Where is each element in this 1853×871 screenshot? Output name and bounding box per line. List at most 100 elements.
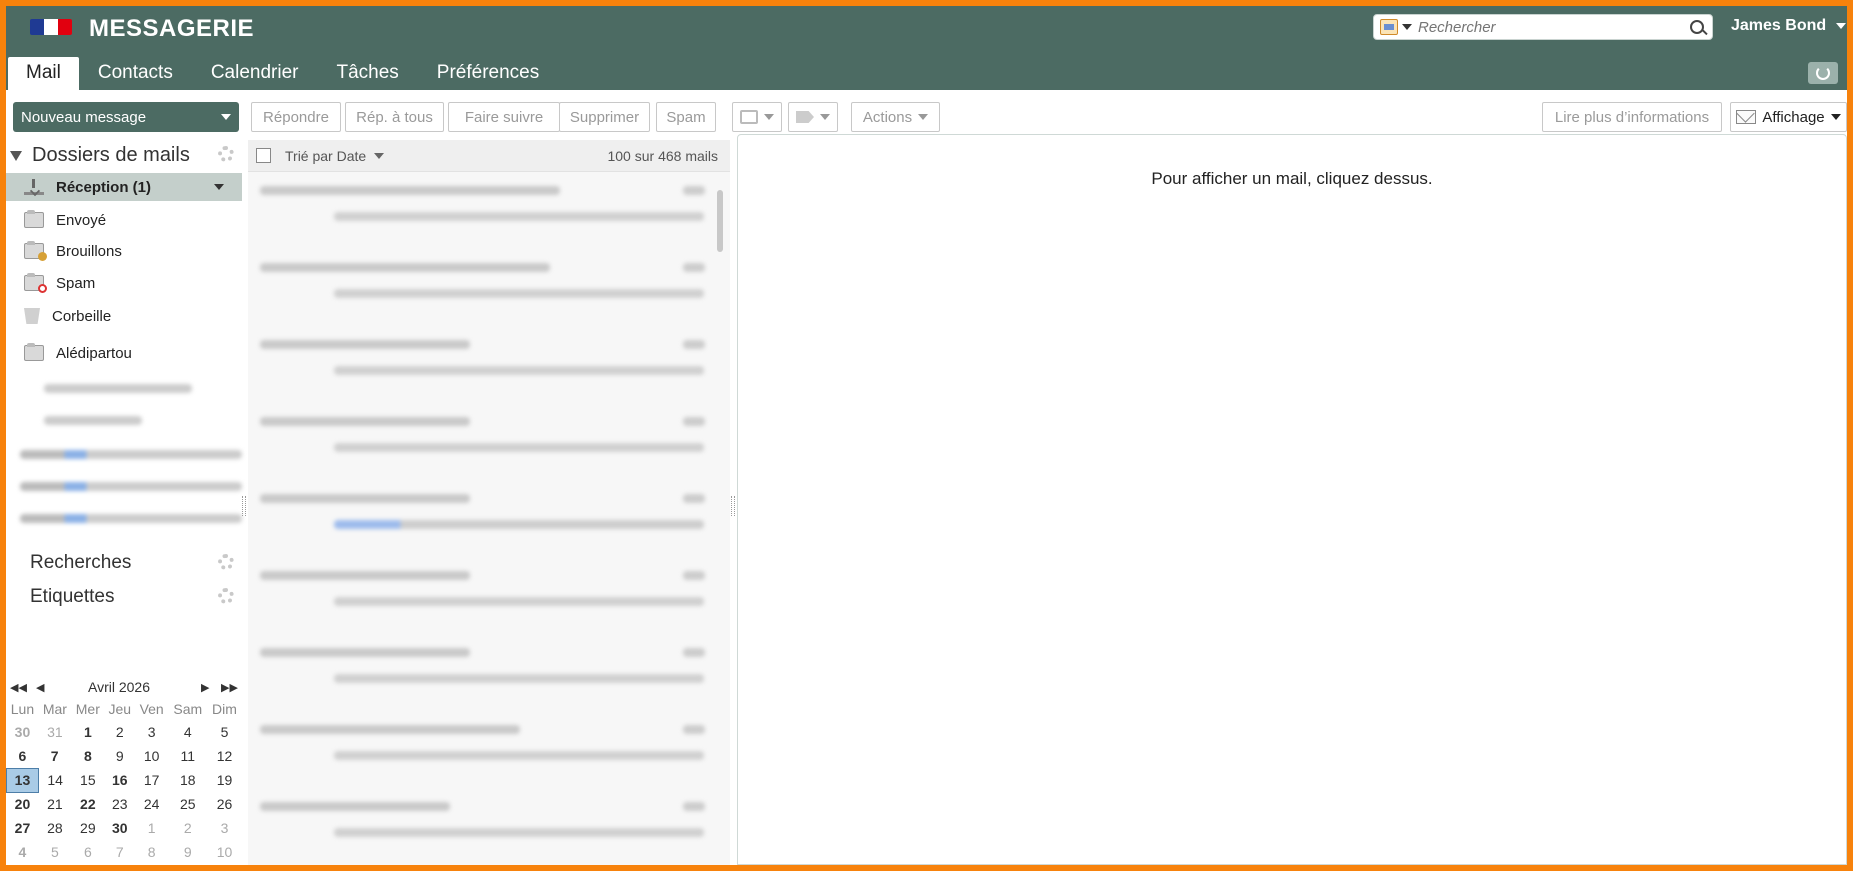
next-year-icon[interactable]: ▶▶ [221, 681, 238, 694]
calendar-day[interactable]: 8 [135, 840, 168, 864]
user-menu[interactable]: James Bond [1731, 17, 1847, 35]
calendar-day[interactable]: 6 [7, 744, 39, 768]
print-menu-button[interactable] [732, 102, 782, 132]
message-row[interactable] [248, 417, 710, 495]
new-message-button[interactable]: Nouveau message [13, 102, 239, 132]
forward-button[interactable]: Faire suivre [448, 102, 560, 132]
folder-trash[interactable]: Corbeille [6, 302, 242, 330]
blurred-folder[interactable] [20, 450, 242, 459]
message-row[interactable] [248, 263, 710, 341]
calendar-day[interactable]: 25 [168, 792, 207, 816]
select-all-checkbox[interactable] [256, 148, 271, 163]
calendar-day[interactable]: 29 [71, 816, 104, 840]
calendar-day[interactable]: 1 [71, 720, 104, 744]
more-info-button[interactable]: Lire plus d’informations [1542, 102, 1722, 132]
prev-year-icon[interactable]: ◀◀ [10, 681, 27, 694]
display-menu-button[interactable]: Affichage [1730, 102, 1847, 132]
sort-icon[interactable] [374, 152, 385, 159]
blurred-folder[interactable] [44, 384, 192, 393]
gear-icon[interactable] [218, 588, 234, 604]
calendar-day[interactable]: 24 [135, 792, 168, 816]
calendar-day[interactable]: 3 [135, 720, 168, 744]
calendar-day[interactable]: 3 [207, 816, 241, 840]
chevron-down-icon[interactable] [221, 114, 231, 120]
search-input[interactable] [1418, 15, 1682, 39]
calendar-day[interactable]: 20 [7, 792, 39, 816]
calendar-day[interactable]: 18 [168, 768, 207, 792]
calendar-day[interactable]: 6 [71, 840, 104, 864]
folders-header[interactable]: Dossiers de mails [10, 144, 190, 167]
calendar-day[interactable]: 13 [6, 767, 39, 793]
folder-custom[interactable]: Alédipartou [6, 339, 242, 367]
sort-label[interactable]: Trié par Date [285, 148, 366, 164]
list-scrollbar[interactable] [717, 178, 725, 862]
calendar-day[interactable]: 2 [104, 720, 135, 744]
message-row[interactable] [248, 725, 710, 803]
left-splitter[interactable] [242, 496, 246, 516]
calendar-day[interactable]: 15 [71, 768, 104, 792]
calendar-day[interactable]: 30 [7, 720, 39, 744]
calendar-day[interactable]: 19 [207, 768, 241, 792]
tag-menu-button[interactable] [788, 102, 838, 132]
calendar-day[interactable]: 23 [104, 792, 135, 816]
chevron-down-icon[interactable] [214, 184, 224, 190]
calendar-day[interactable]: 7 [104, 840, 135, 864]
calendar-day[interactable]: 11 [168, 744, 207, 768]
folder-sent[interactable]: Envoyé [6, 206, 242, 234]
calendar-day[interactable]: 12 [207, 744, 241, 768]
tab-tasks[interactable]: Tâches [317, 57, 417, 90]
reply-button[interactable]: Répondre [251, 102, 341, 132]
collapse-triangle-icon[interactable] [10, 150, 22, 161]
calendar-day[interactable]: 28 [38, 816, 71, 840]
refresh-button[interactable] [1808, 62, 1838, 84]
calendar-day[interactable]: 4 [7, 840, 39, 864]
delete-button[interactable]: Supprimer [559, 102, 650, 132]
folder-spam[interactable]: Spam [6, 269, 242, 297]
calendar-day[interactable]: 10 [135, 744, 168, 768]
tab-contacts[interactable]: Contacts [79, 57, 192, 90]
calendar-day[interactable]: 17 [135, 768, 168, 792]
message-row[interactable] [248, 494, 710, 572]
calendar-day[interactable]: 10 [207, 840, 241, 864]
reply-all-button[interactable]: Rép. à tous [345, 102, 444, 132]
calendar-day[interactable]: 21 [38, 792, 71, 816]
calendar-day[interactable]: 22 [71, 792, 104, 816]
calendar-day[interactable]: 9 [104, 744, 135, 768]
calendar-day[interactable]: 9 [168, 840, 207, 864]
labels-section[interactable]: Etiquettes [30, 586, 115, 608]
tab-calendar[interactable]: Calendrier [192, 57, 318, 90]
spam-button[interactable]: Spam [656, 102, 716, 132]
search-scope-dropdown[interactable] [1374, 15, 1418, 39]
calendar-day[interactable]: 8 [71, 744, 104, 768]
message-row[interactable] [248, 186, 710, 264]
prev-month-icon[interactable]: ◀ [36, 681, 44, 694]
calendar-day[interactable]: 26 [207, 792, 241, 816]
calendar-day[interactable]: 16 [104, 768, 135, 792]
calendar-day[interactable]: 1 [135, 816, 168, 840]
calendar-day[interactable]: 4 [168, 720, 207, 744]
calendar-day[interactable]: 2 [168, 816, 207, 840]
actions-menu-button[interactable]: Actions [851, 102, 940, 132]
tab-mail[interactable]: Mail [8, 57, 79, 90]
blurred-folder[interactable] [20, 514, 242, 523]
message-row[interactable] [248, 571, 710, 649]
calendar-day[interactable]: 5 [38, 840, 71, 864]
search-icon[interactable] [1682, 15, 1712, 39]
blurred-folder[interactable] [44, 416, 142, 425]
message-row[interactable] [248, 340, 710, 418]
gear-icon[interactable] [218, 554, 234, 570]
calendar-day[interactable]: 14 [38, 768, 71, 792]
calendar-day[interactable]: 5 [207, 720, 241, 744]
calendar-day[interactable]: 27 [7, 816, 39, 840]
calendar-day[interactable]: 31 [38, 720, 71, 744]
blurred-folder[interactable] [20, 482, 242, 491]
scrollbar-thumb[interactable] [717, 190, 723, 252]
next-month-icon[interactable]: ▶ [201, 681, 209, 694]
folder-drafts[interactable]: Brouillons [6, 237, 242, 265]
right-splitter[interactable] [731, 496, 735, 516]
calendar-day[interactable]: 30 [104, 816, 135, 840]
searches-section[interactable]: Recherches [30, 552, 131, 574]
folder-inbox[interactable]: Réception (1) [6, 173, 242, 201]
message-row[interactable] [248, 802, 710, 865]
message-row[interactable] [248, 648, 710, 726]
